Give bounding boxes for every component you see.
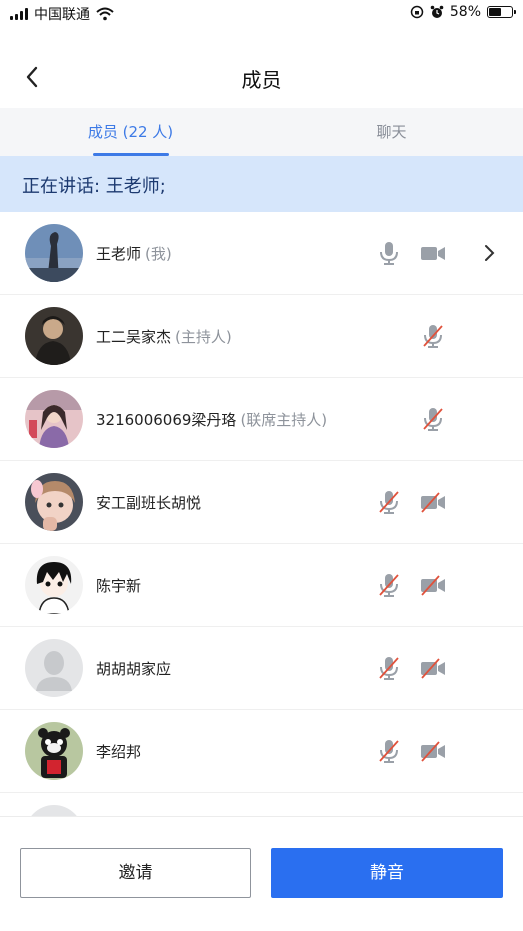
signal-icon bbox=[10, 8, 28, 20]
mic-muted-icon[interactable] bbox=[419, 322, 447, 350]
wifi-icon bbox=[96, 7, 114, 21]
member-name-text: 工二吴家杰 bbox=[96, 328, 172, 346]
member-name-text: 3216006069梁丹珞 bbox=[96, 411, 237, 429]
invite-button[interactable]: 邀请 bbox=[20, 848, 251, 898]
member-row[interactable]: 工二吴家杰 (主持人) bbox=[0, 295, 523, 378]
mic-muted-icon[interactable] bbox=[375, 571, 403, 599]
avatar bbox=[25, 722, 83, 780]
member-name: 工二吴家杰 (主持人) bbox=[96, 326, 232, 347]
status-bar: 中国联通 58% bbox=[0, 0, 523, 26]
member-name: 王老师 (我) bbox=[96, 243, 172, 264]
rotation-lock-icon bbox=[410, 5, 424, 19]
member-name: 李绍邦 bbox=[96, 741, 141, 762]
tab-members-label: 成员 (22 人) bbox=[87, 123, 174, 141]
camera-off-icon[interactable] bbox=[419, 571, 447, 599]
member-role: (我) bbox=[145, 245, 172, 263]
mic-on-icon[interactable] bbox=[375, 239, 403, 267]
avatar bbox=[25, 473, 83, 531]
member-role: (联席主持人) bbox=[240, 411, 328, 429]
footer-bar: 邀请 静音 bbox=[0, 816, 523, 931]
mic-muted-icon[interactable] bbox=[375, 654, 403, 682]
mic-muted-icon[interactable] bbox=[375, 737, 403, 765]
member-name-text: 李绍邦 bbox=[96, 743, 142, 761]
member-row[interactable]: 李绍邦 bbox=[0, 710, 523, 793]
battery-level bbox=[489, 8, 501, 16]
mic-muted-icon[interactable] bbox=[419, 405, 447, 433]
avatar bbox=[25, 224, 83, 282]
camera-off-icon[interactable] bbox=[419, 488, 447, 516]
member-name-text: 陈宇新 bbox=[96, 577, 142, 595]
tab-chat[interactable]: 聊天 bbox=[261, 108, 522, 156]
member-name: 安工副班长胡悦 bbox=[96, 492, 201, 513]
camera-off-icon[interactable] bbox=[419, 737, 447, 765]
member-row[interactable]: 安工副班长胡悦 bbox=[0, 461, 523, 544]
camera-off-icon[interactable] bbox=[419, 654, 447, 682]
avatar bbox=[25, 639, 83, 697]
speaking-text: 正在讲话: 王老师; bbox=[22, 176, 166, 197]
nav-bar: 成员 bbox=[0, 46, 523, 109]
member-name: 胡胡胡家应 bbox=[96, 658, 171, 679]
camera-on-icon[interactable] bbox=[419, 239, 447, 267]
member-row[interactable]: 陈宇新 bbox=[0, 544, 523, 627]
speaking-banner: 正在讲话: 王老师; bbox=[0, 156, 523, 212]
member-row[interactable] bbox=[0, 793, 523, 816]
avatar bbox=[25, 805, 83, 816]
tab-chat-label: 聊天 bbox=[376, 123, 407, 141]
avatar bbox=[25, 307, 83, 365]
mic-muted-icon[interactable] bbox=[375, 488, 403, 516]
tab-members[interactable]: 成员 (22 人) bbox=[0, 108, 261, 156]
member-row[interactable]: 胡胡胡家应 bbox=[0, 627, 523, 710]
page-title: 成员 bbox=[241, 68, 282, 92]
member-name-text: 王老师 bbox=[96, 245, 142, 263]
member-list[interactable]: 王老师 (我) 工二吴家杰 (主持人) 3216006069梁丹珞 (联席主持人… bbox=[0, 212, 523, 816]
avatar bbox=[25, 390, 83, 448]
tab-bar: 成员 (22 人) 聊天 bbox=[0, 108, 523, 156]
member-row[interactable]: 王老师 (我) bbox=[0, 212, 523, 295]
member-role: (主持人) bbox=[175, 328, 232, 346]
alarm-icon bbox=[430, 5, 444, 18]
chevron-right-icon[interactable] bbox=[476, 239, 504, 267]
member-name: 陈宇新 bbox=[96, 575, 141, 596]
member-name-text: 安工副班长胡悦 bbox=[96, 494, 202, 512]
mute-all-button[interactable]: 静音 bbox=[271, 848, 503, 898]
battery-icon bbox=[487, 6, 516, 18]
member-row[interactable]: 3216006069梁丹珞 (联席主持人) bbox=[0, 378, 523, 461]
carrier-label: 中国联通 bbox=[34, 7, 90, 23]
member-name-text: 胡胡胡家应 bbox=[96, 660, 172, 678]
member-name: 3216006069梁丹珞 (联席主持人) bbox=[96, 409, 327, 430]
battery-percent: 58% bbox=[449, 4, 481, 20]
avatar bbox=[25, 556, 83, 614]
